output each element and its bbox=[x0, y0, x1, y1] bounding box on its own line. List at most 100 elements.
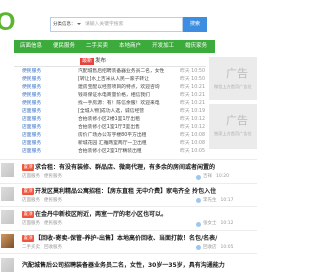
latest-row-title[interactable]: 钱哥保证水电商量价格，相信我们 bbox=[78, 92, 180, 100]
featured-posts-list: 置顶 求合租：有没有装修、群品店、微商代理，有多余的房间或者闲置的 店面服务 便民… bbox=[0, 159, 257, 274]
latest-row-time: 昨天 10:21 bbox=[180, 93, 205, 98]
chevron-down-icon[interactable] bbox=[77, 23, 81, 25]
featured-title[interactable]: 在金丹中新校区附近，两室一厅的老小区也可以。 bbox=[35, 210, 253, 219]
latest-row-category[interactable]: 便民服务 bbox=[22, 92, 41, 100]
latest-row-category[interactable]: 店面服务 bbox=[22, 116, 41, 124]
featured-author-name[interactable]: 李先生 bbox=[203, 198, 217, 204]
featured-item[interactable]: 置顶 【回收-寄卖-保管-养护-出售】本地高价回收、当面打款！名包/名表/ 二手… bbox=[0, 231, 257, 254]
search-input[interactable] bbox=[85, 18, 179, 31]
latest-row-category[interactable]: 店面服务 bbox=[22, 140, 41, 148]
featured-author: 张女士 10:12 bbox=[196, 221, 233, 227]
latest-row-category[interactable]: 便民服务 bbox=[22, 100, 41, 108]
featured-category-link[interactable]: 店面服务 bbox=[22, 221, 40, 226]
latest-row-title[interactable]: 合拍装修小区2室1厅精装出租 bbox=[78, 148, 180, 156]
latest-row-time: 昨天 10:21 bbox=[180, 101, 205, 106]
latest-posts-list: 便民服务 汽配城售后招聘装备器业务员二名，女性 昨天 10:50 便民服务 [转… bbox=[14, 68, 206, 156]
latest-posts-panel: 最新 发布 便民服务 汽配城售后招聘装备器业务员二名，女性 昨天 10:50 便… bbox=[14, 56, 206, 156]
featured-category-link[interactable]: 回收服务 bbox=[44, 245, 62, 250]
search-category-select[interactable]: 分类信息： bbox=[53, 18, 76, 31]
featured-author-name[interactable]: 吉祥 bbox=[203, 174, 212, 180]
latest-row-title[interactable]: 找一手房源：有！陈信余服！欢迎来电 bbox=[78, 100, 180, 108]
latest-row-title[interactable]: [全城人物]成功人选，诚信经营 bbox=[78, 108, 180, 116]
featured-thumbnail[interactable] bbox=[1, 258, 14, 272]
ad-note: 独家上方首页广告位 bbox=[214, 131, 252, 136]
latest-row[interactable]: 便民服务 [转让]水上吉米从人民一家子转让 昨天 10:50 bbox=[14, 76, 206, 84]
featured-item[interactable]: 置顶 开发区莫利精品公寓招租：【房东直租 无中介费】家电齐全 拎包入住 店面服务… bbox=[0, 184, 257, 207]
featured-author-name[interactable]: 回收店 bbox=[203, 245, 217, 251]
search-button[interactable]: 搜索 bbox=[183, 17, 207, 32]
ad-slot[interactable]: 广告 微信上方首页广告位 bbox=[209, 57, 257, 100]
featured-thumbnail[interactable] bbox=[1, 163, 14, 177]
featured-category-link[interactable]: 便民服务 bbox=[44, 221, 62, 226]
latest-row-time: 昨天 10:12 bbox=[180, 125, 205, 130]
featured-thumbnail[interactable] bbox=[1, 210, 14, 224]
latest-row[interactable]: 店面服务 合拍装修小区2楼1室1厅出租 昨天 10:12 bbox=[14, 116, 206, 124]
featured-title[interactable]: 求合租：有没有装修、群品店、微商代理，有多余的房间或者闲置的 bbox=[35, 163, 253, 172]
latest-row-time: 昨天 10:50 bbox=[180, 77, 205, 82]
featured-category-link[interactable]: 店面服务 bbox=[22, 198, 40, 203]
nav-item-wedding-home[interactable]: 婚庆家务 bbox=[185, 40, 207, 53]
nav-item-second-hand[interactable]: 二手买卖 bbox=[86, 40, 108, 53]
latest-row[interactable]: 便民服务 钱哥保证水电商量价格，相信我们 昨天 10:21 bbox=[14, 92, 206, 100]
latest-row-title[interactable]: 合拍装修小区1室1厅3室出售 bbox=[78, 124, 180, 132]
ad-slot[interactable]: 广告 独家上方首页广告位 bbox=[209, 104, 257, 149]
latest-row-title[interactable]: 合拍装修小区2楼1室1厅出租 bbox=[78, 116, 180, 124]
latest-row-category[interactable]: 店面服务 bbox=[22, 124, 41, 132]
pinned-badge: 置顶 bbox=[22, 187, 34, 195]
latest-row-title[interactable]: 房价广场办公写字楼80平方出租 bbox=[78, 132, 180, 140]
featured-author-name[interactable]: 张女士 bbox=[203, 221, 217, 227]
latest-row[interactable]: 便民服务 建房宝配以经营项目的特点，欢迎咨询 昨天 10:21 bbox=[14, 84, 206, 92]
featured-thumbnail[interactable] bbox=[1, 233, 14, 248]
latest-row-category[interactable]: 便民服务 bbox=[22, 76, 41, 84]
featured-item[interactable]: 置顶 求合租：有没有装修、群品店、微商代理，有多余的房间或者闲置的 店面服务 便民… bbox=[0, 160, 257, 184]
featured-author: 李先生 10:17 bbox=[196, 198, 233, 204]
pinned-badge: 置顶 bbox=[22, 164, 34, 171]
latest-badge: 最新 bbox=[80, 58, 95, 65]
latest-row[interactable]: 店面服务 合拍装修小区2室1厅精装出租 昨天 10:05 bbox=[14, 148, 206, 156]
avatar-icon bbox=[196, 221, 201, 227]
featured-thumbnail[interactable] bbox=[1, 186, 14, 201]
latest-posts-header: 最新 发布 bbox=[14, 56, 206, 67]
latest-row[interactable]: 店面服务 房价广场办公写字楼80平方出租 昨天 10:08 bbox=[14, 132, 206, 140]
latest-row-title[interactable]: 新城花园 汇雅两室两厅一卫出租 bbox=[78, 140, 180, 148]
featured-category-link[interactable]: 便民服务 bbox=[44, 198, 62, 203]
featured-time: 10:12 bbox=[220, 221, 234, 226]
latest-row-category[interactable]: 便民服务 bbox=[22, 84, 41, 92]
featured-category-link[interactable]: 二手买卖 bbox=[22, 245, 40, 250]
ad-title: 广告 bbox=[226, 67, 248, 80]
avatar-icon bbox=[196, 174, 201, 180]
search-box: 分类信息： bbox=[50, 17, 183, 32]
nav-item-local-merchants[interactable]: 本地商户 bbox=[119, 40, 141, 53]
featured-category-link[interactable]: 便民服务 bbox=[44, 174, 62, 179]
featured-title[interactable]: 汽配城售后公司招聘装备器业务员二名，女性，30岁一35岁，具有沟通能力 bbox=[22, 261, 253, 270]
latest-row-category[interactable]: 店面服务 bbox=[22, 132, 41, 140]
latest-row[interactable]: 店面服务 [全城人物]成功人选，诚信经营 昨天 10:19 bbox=[14, 108, 206, 116]
latest-row-category[interactable]: 店面服务 bbox=[22, 148, 41, 156]
latest-row-title[interactable]: 建房宝配以经营项目的特点，欢迎咨询 bbox=[78, 84, 180, 92]
site-logo[interactable]: O bbox=[0, 10, 15, 35]
featured-time: 10:17 bbox=[220, 197, 234, 203]
featured-title[interactable]: 开发区莫利精品公寓招租：【房东直租 无中介费】家电齐全 拎包入住 bbox=[35, 187, 253, 196]
featured-category-link[interactable]: 店面服务 bbox=[22, 174, 40, 179]
featured-time: 10:05 bbox=[220, 244, 234, 250]
latest-row[interactable]: 店面服务 合拍装修小区1室1厅3室出售 昨天 10:12 bbox=[14, 124, 206, 132]
pinned-badge: 置顶 bbox=[22, 211, 34, 218]
featured-item[interactable]: 置顶 在金丹中新校区附近，两室一厅的老小区也可以。 店面服务 便民服务 张女士 1… bbox=[0, 207, 257, 231]
latest-row[interactable]: 便民服务 汽配城售后招聘装备器业务员二名，女性 昨天 10:50 bbox=[14, 68, 206, 76]
latest-row[interactable]: 店面服务 新城花园 汇雅两室两厅一卫出租 昨天 10:08 bbox=[14, 140, 206, 148]
latest-row-title[interactable]: 汽配城售后招聘装备器业务员二名，女性 bbox=[78, 68, 180, 76]
nav-item-processing[interactable]: 开发加工 bbox=[152, 40, 174, 53]
featured-item[interactable]: 汽配城售后公司招聘装备器业务员二名，女性，30岁一35岁，具有沟通能力 bbox=[0, 254, 257, 274]
pinned-badge: 置顶 bbox=[22, 234, 34, 242]
latest-row-category[interactable]: 店面服务 bbox=[22, 108, 41, 116]
latest-row-category[interactable]: 便民服务 bbox=[22, 68, 41, 76]
featured-title[interactable]: 【回收-寄卖-保管-养护-出售】本地高价回收、当面打款！名包/名表/ bbox=[35, 234, 253, 243]
latest-row-time: 昨天 10:05 bbox=[180, 149, 205, 154]
latest-row-title[interactable]: [转让]水上吉米从人民一家子转让 bbox=[78, 76, 180, 84]
nav-item-convenience[interactable]: 便民服务 bbox=[53, 40, 75, 53]
latest-row-time: 昨天 10:19 bbox=[180, 109, 205, 114]
latest-posts-title[interactable]: 发布 bbox=[95, 58, 106, 65]
latest-row[interactable]: 便民服务 找一手房源：有！陈信余服！欢迎来电 昨天 10:21 bbox=[14, 100, 206, 108]
nav-item-store-info[interactable]: 店面信息 bbox=[20, 40, 42, 53]
featured-categories: 二手买卖 回收服务 bbox=[22, 245, 66, 251]
